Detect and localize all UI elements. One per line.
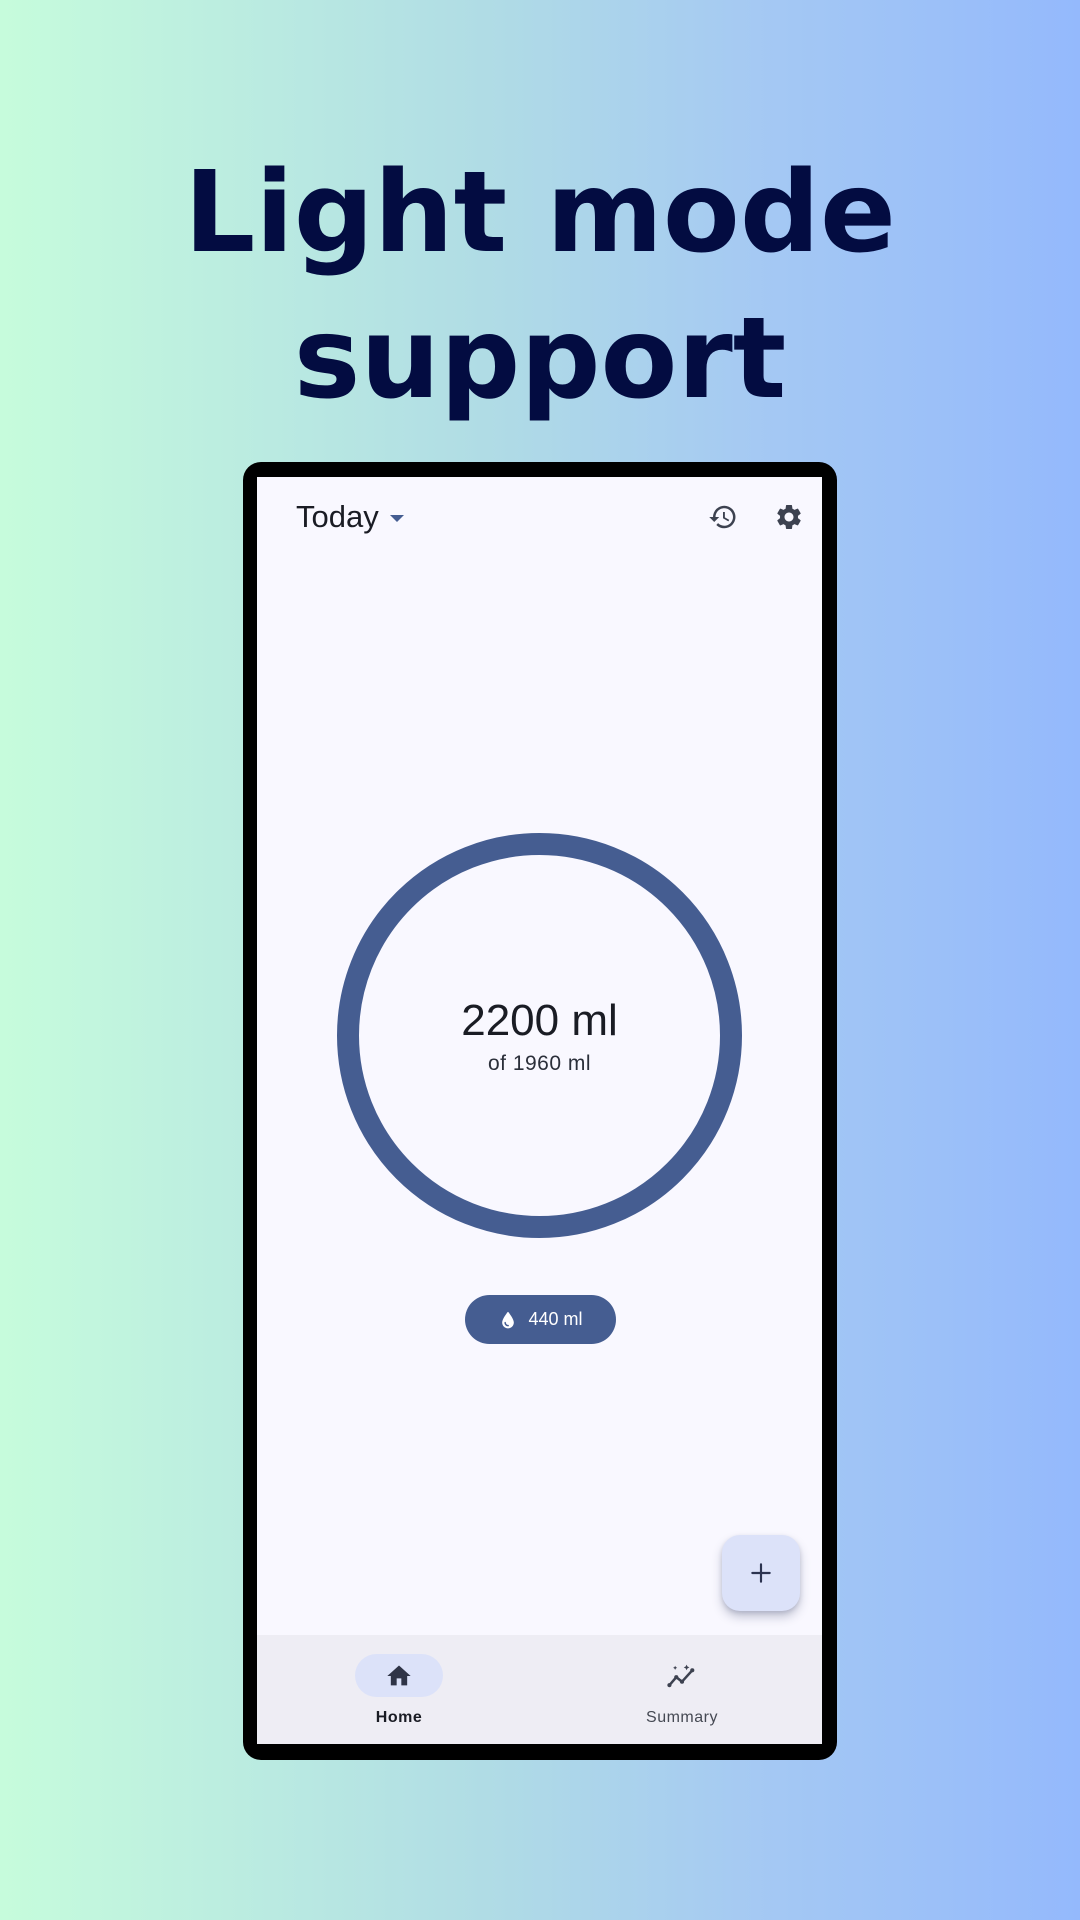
last-intake-chip[interactable]: 440 ml xyxy=(465,1295,616,1344)
plus-icon xyxy=(751,1563,771,1583)
date-range-label: Today xyxy=(296,499,379,534)
nav-summary-label: Summary xyxy=(646,1709,718,1726)
gear-icon xyxy=(777,505,801,529)
progress-summary: 2200 ml of 1960 ml xyxy=(337,833,742,1238)
nav-home-indicator xyxy=(355,1654,443,1697)
headline-line-2: support xyxy=(293,294,787,424)
water-drop-icon xyxy=(502,1311,515,1328)
bottom-navigation: Home Summary xyxy=(257,1635,822,1744)
history-icon xyxy=(709,505,736,529)
app-screen: Today 2200 ml of 1960 ml 440 ml Home Sum… xyxy=(257,477,822,1744)
dropdown-arrow-icon xyxy=(389,515,404,522)
history-button[interactable] xyxy=(703,497,743,537)
insights-icon xyxy=(667,1664,695,1687)
headline-line-1: Light mode xyxy=(184,148,896,278)
settings-button[interactable] xyxy=(769,497,809,537)
nav-item-home[interactable]: Home xyxy=(299,1635,499,1744)
nav-item-summary[interactable]: Summary xyxy=(582,1635,782,1744)
headline: Light mode support xyxy=(0,140,1080,432)
intake-goal: of 1960 ml xyxy=(487,1051,592,1075)
date-range-dropdown[interactable]: Today xyxy=(296,499,404,535)
intake-total: 2200 ml xyxy=(461,995,618,1045)
nav-summary-indicator xyxy=(638,1654,726,1697)
last-intake-label: 440 ml xyxy=(528,1309,583,1329)
add-intake-button[interactable] xyxy=(722,1535,800,1611)
nav-home-label: Home xyxy=(375,1709,423,1726)
home-icon xyxy=(387,1665,411,1685)
